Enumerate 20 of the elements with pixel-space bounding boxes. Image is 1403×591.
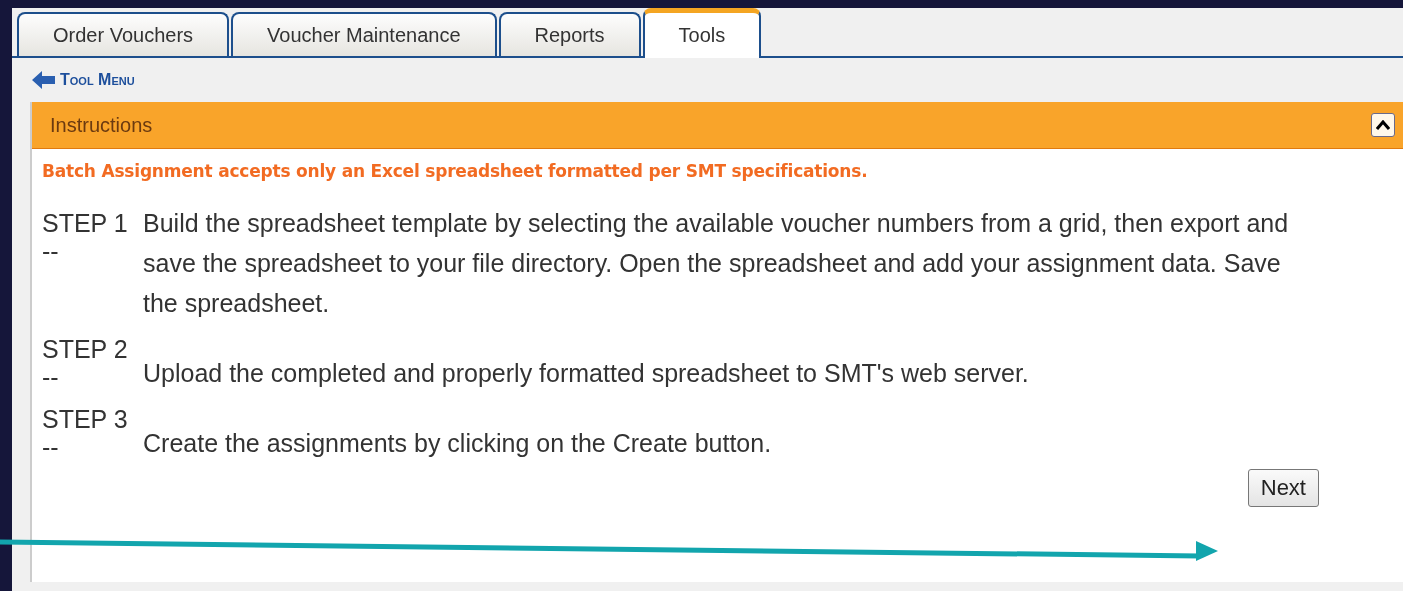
step-text: Build the spreadsheet template by selecting the available voucher numbers from a grid, then export and save the spreadsheet to your file directory. Open the spreadsheet and add your assignment data. Save the spreadsheet. — [143, 208, 1290, 319]
step-label: STEP 1 — [42, 209, 129, 237]
step-label: STEP 3 — [42, 405, 129, 433]
collapse-button[interactable] — [1371, 113, 1395, 137]
step-marker: -- — [42, 237, 60, 265]
next-button[interactable]: Next — [1247, 469, 1319, 507]
tab[interactable]: Order Vouchers — [17, 12, 230, 56]
step-marker: -- — [42, 433, 60, 461]
panel-title: Instructions — [50, 113, 153, 137]
step-text: Create the assignments by clicking on the Create button. — [143, 428, 773, 459]
step-label: STEP 2 — [42, 335, 129, 363]
back-arrow-icon — [32, 70, 56, 90]
tab[interactable]: Voucher Maintenance — [231, 12, 497, 56]
tool-menu-link[interactable]: Tool Menu — [60, 71, 135, 89]
step-marker: -- — [42, 363, 60, 391]
tab[interactable]: Reports — [498, 12, 641, 56]
tab[interactable]: Tools — [642, 8, 762, 58]
step-text: Upload the completed and properly formatted spreadsheet to SMT's web server. — [143, 358, 1030, 389]
notice-text: Batch Assignment accepts only an Excel spreadsheet formatted per SMT specifications. — [42, 161, 869, 181]
caret-up-icon — [1376, 120, 1390, 130]
